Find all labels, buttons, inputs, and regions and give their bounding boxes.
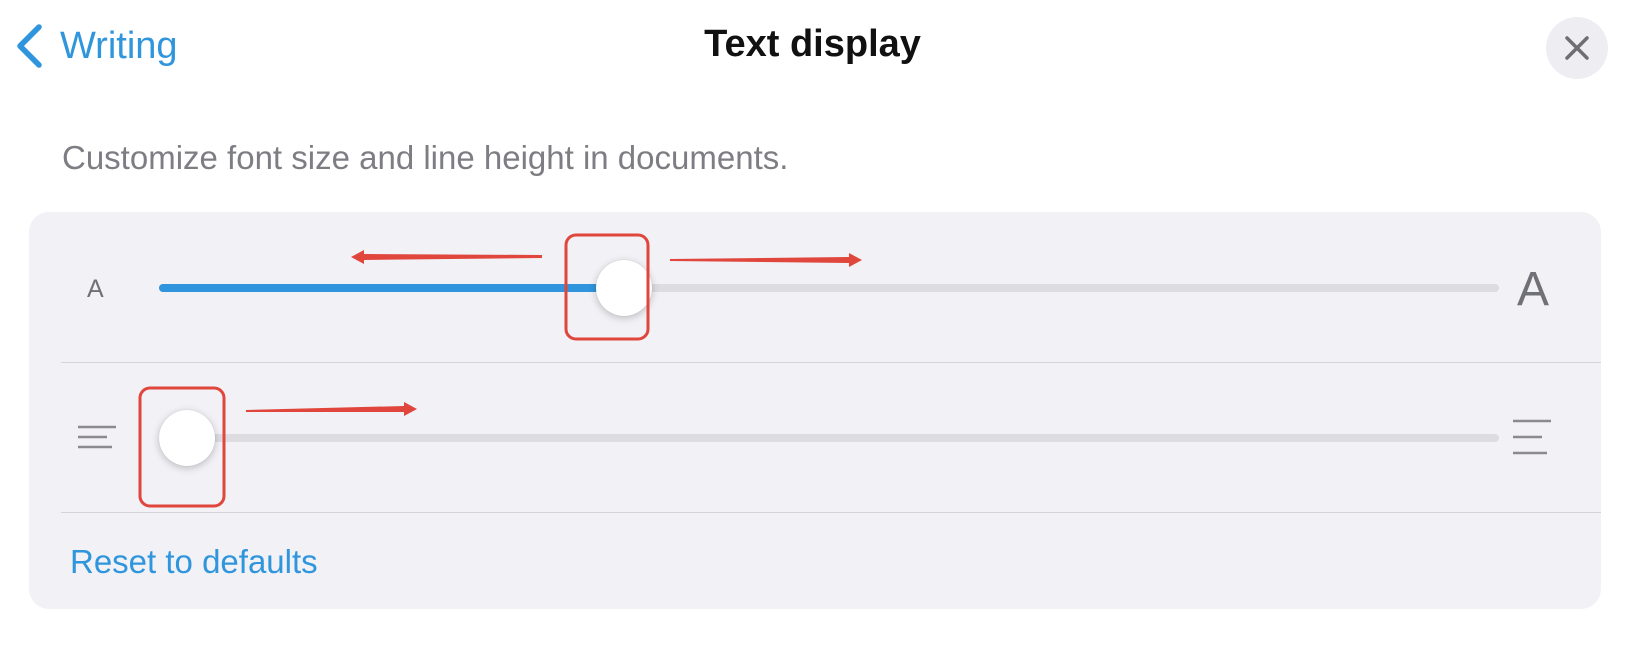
close-button[interactable] — [1546, 17, 1608, 79]
row-divider — [61, 362, 1601, 363]
page-title: Text display — [704, 23, 921, 65]
description-text: Customize font size and line height in d… — [62, 139, 789, 176]
small-font-icon: A — [87, 275, 104, 303]
font-size-slider[interactable] — [159, 284, 1499, 292]
lines-spacious-icon — [1513, 419, 1551, 455]
font-size-slider-thumb[interactable] — [595, 260, 652, 316]
line-height-slider[interactable] — [159, 434, 1499, 442]
row-divider — [61, 512, 1601, 513]
text-settings-panel: A A Reset to defaults — [29, 212, 1601, 609]
close-icon — [1565, 36, 1589, 60]
font-size-slider-fill — [159, 284, 624, 292]
text-display-screen: Writing Text display Customize font size… — [0, 0, 1625, 649]
large-font-icon: A — [1517, 263, 1550, 316]
reset-defaults-button[interactable]: Reset to defaults — [70, 542, 318, 582]
line-height-slider-thumb[interactable] — [159, 410, 215, 466]
lines-compact-icon — [78, 425, 116, 449]
